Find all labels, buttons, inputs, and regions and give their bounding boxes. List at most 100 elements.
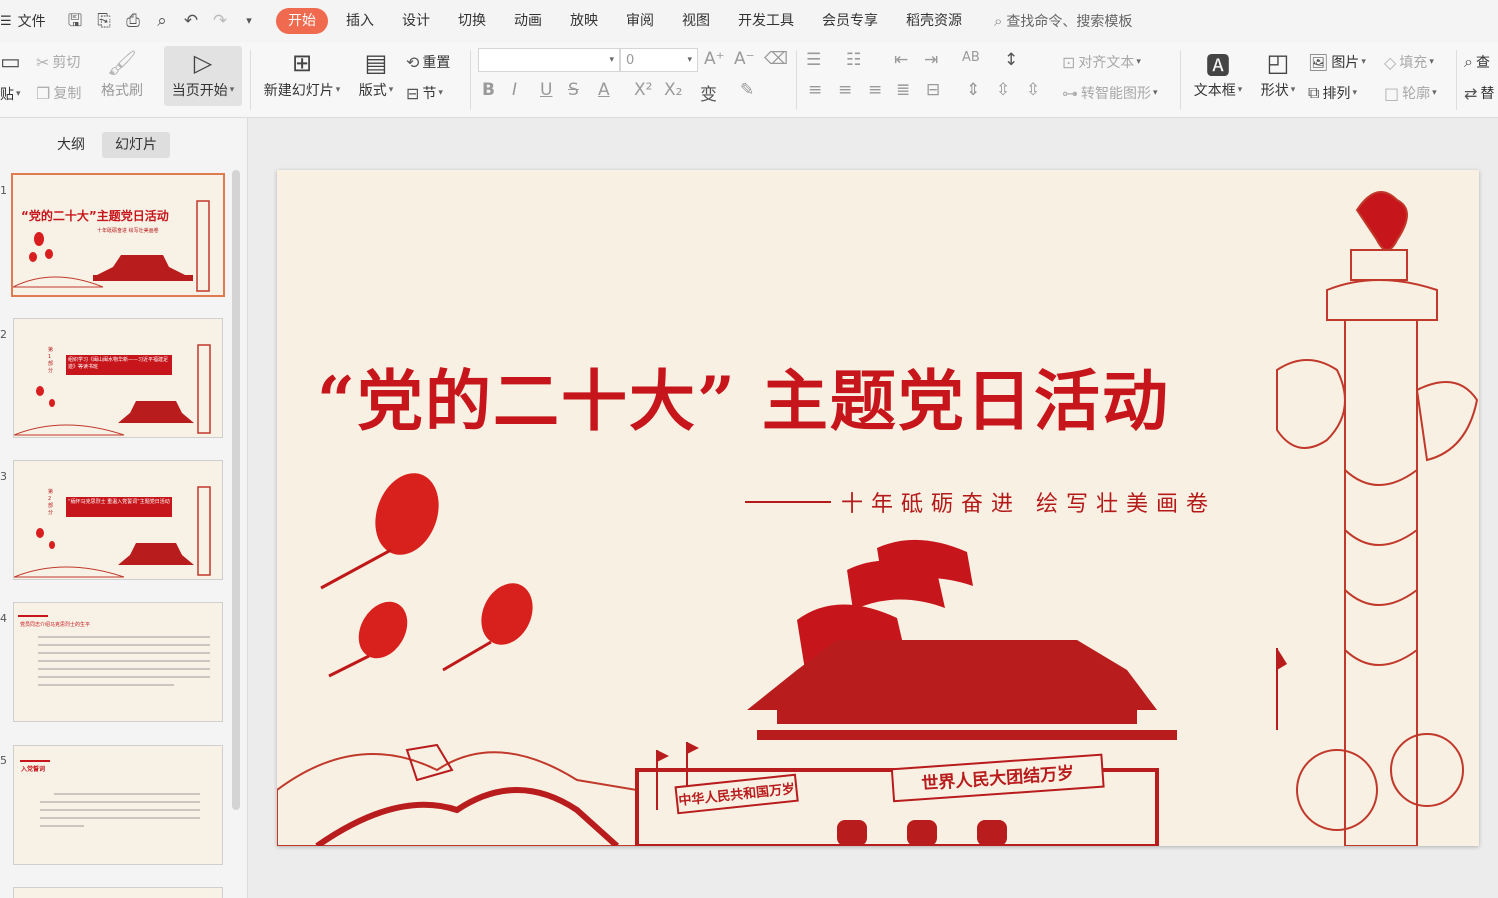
after-spacing-icon[interactable]: ⇳	[1026, 80, 1040, 100]
tab-developer[interactable]: 开发工具	[724, 8, 808, 34]
justify-icon[interactable]: ≣	[896, 80, 910, 100]
slide-thumbnail-6[interactable]	[13, 887, 223, 898]
find-button[interactable]: ⌕ 查	[1464, 52, 1490, 72]
reset-icon: ⟲	[406, 52, 420, 72]
line-spacing-icon[interactable]: ↕	[1004, 50, 1018, 70]
print-preview-icon[interactable]: ⌕	[153, 12, 171, 30]
quick-access-dropdown-icon[interactable]: ▾	[240, 12, 258, 30]
chevron-down-icon: ▾	[687, 55, 692, 65]
section-button[interactable]: ⊟ 节 ▾	[406, 83, 443, 103]
replace-button[interactable]: ⇄ 替	[1464, 83, 1494, 103]
ribbon-separator	[470, 50, 471, 110]
current-slide[interactable]: 中华人民共和国万岁 世界人民大团结万岁 “党的二十大” 主题党日活动 十年砥砺奋…	[277, 170, 1479, 846]
font-size-value: 0	[626, 52, 635, 68]
slide-thumbnail-1[interactable]: “党的二十大”主题党日活动 十年砥砺奋进 绘写壮美画卷	[11, 173, 225, 297]
layout-icon: ▤	[364, 49, 388, 77]
layout-button[interactable]: ▤ 版式 ▾	[354, 46, 398, 100]
play-from-current-button[interactable]: ▷ 当页开始 ▾	[164, 46, 242, 106]
save-icon[interactable]: 🖫	[66, 12, 84, 30]
bullet-list-icon[interactable]: ☰	[806, 50, 821, 70]
outline-button[interactable]: □ 轮廓 ▾	[1384, 83, 1437, 103]
command-search[interactable]: ⌕ 查找命令、搜索模板	[994, 11, 1132, 31]
shape-button[interactable]: ◰ 形状 ▾	[1254, 46, 1302, 100]
tab-insert[interactable]: 插入	[332, 8, 388, 34]
arrange-label: 排列	[1322, 86, 1351, 102]
thumb-illustration	[14, 486, 211, 578]
bold-icon[interactable]: B	[482, 80, 495, 100]
redo-icon[interactable]: ↷	[211, 12, 229, 30]
gate-banner: 中华人民共和国万岁	[674, 773, 799, 815]
tab-slideshow[interactable]: 放映	[556, 8, 612, 34]
section-icon: ⊟	[406, 83, 420, 103]
smart-art-label: 转智能图形	[1081, 86, 1151, 102]
numbered-list-icon[interactable]: ☷	[846, 50, 861, 70]
reset-button[interactable]: ⟲ 重置	[406, 52, 450, 72]
phonetic-icon[interactable]: 变	[700, 80, 717, 105]
picture-button[interactable]: 🖼 图片 ▾	[1308, 52, 1366, 72]
distribute-icon[interactable]: ⊟	[926, 80, 940, 100]
tab-outline[interactable]: 大纲	[44, 132, 98, 158]
paste-button[interactable]: 贴 ▾	[0, 84, 21, 104]
textbox-button[interactable]: 🅰 文本框 ▾	[1188, 46, 1248, 100]
smart-art-button[interactable]: ⊶ 转智能图形 ▾	[1062, 83, 1158, 103]
paste-icon[interactable]: ▭	[0, 50, 24, 75]
highlight-icon[interactable]: ✎	[740, 80, 754, 100]
fill-button[interactable]: ◇ 填充 ▾	[1384, 52, 1434, 72]
italic-icon[interactable]: I	[512, 80, 517, 100]
panel-scrollbar[interactable]	[232, 170, 240, 810]
file-menu[interactable]: ☰ 文件	[0, 11, 56, 31]
tab-member[interactable]: 会员专享	[808, 8, 892, 34]
picture-icon: 🖼	[1308, 52, 1329, 72]
align-text-icon: ⊡	[1062, 52, 1076, 72]
font-color-icon[interactable]: A	[598, 80, 610, 100]
align-right-icon[interactable]: ≡	[868, 80, 882, 100]
tab-design[interactable]: 设计	[388, 8, 444, 34]
slide-thumbnail-3[interactable]: 第2部分 “缅怀马克思烈士 重温入党誓词”主题党日活动	[13, 460, 223, 580]
increase-indent-icon[interactable]: ⇥	[924, 50, 938, 70]
tab-transition[interactable]: 切换	[444, 8, 500, 34]
align-center-icon[interactable]: ≡	[838, 80, 852, 100]
underline-icon[interactable]: U	[540, 80, 552, 100]
cut-button[interactable]: ✂ 剪切	[36, 52, 80, 72]
slide-subtitle[interactable]: 十年砥砺奋进 绘写壮美画卷	[745, 486, 1216, 518]
slide-number: 5	[0, 754, 7, 767]
subtitle-divider	[745, 501, 831, 503]
export-icon[interactable]: ⎘	[95, 12, 113, 30]
paragraph-spacing-icon[interactable]: ⇕	[966, 80, 980, 100]
align-left-icon[interactable]: ≡	[808, 80, 822, 100]
shape-label: 形状	[1260, 83, 1289, 99]
clear-format-icon[interactable]: ⌫	[764, 49, 788, 69]
slide-thumbnail-2[interactable]: 第1部分 组织学习《闽山闽水物华新——习近平福建足迹》等读书班	[13, 318, 223, 438]
before-spacing-icon[interactable]: ⇳	[996, 80, 1010, 100]
tab-animation[interactable]: 动画	[500, 8, 556, 34]
smart-art-icon: ⊶	[1062, 83, 1078, 103]
undo-icon[interactable]: ↶	[182, 12, 200, 30]
ribbon-tabs: 开始 插入 设计 切换 动画 放映 审阅 视图 开发工具 会员专享 稻壳资源	[276, 8, 976, 34]
new-slide-button[interactable]: ⊞ 新建幻灯片 ▾	[258, 46, 346, 100]
superscript-icon[interactable]: X²	[634, 80, 652, 100]
tab-home[interactable]: 开始	[276, 8, 328, 34]
ribbon-separator	[1456, 50, 1457, 110]
decrease-indent-icon[interactable]: ⇤	[894, 50, 908, 70]
subscript-icon[interactable]: X₂	[664, 80, 682, 100]
tab-docer[interactable]: 稻壳资源	[892, 8, 976, 34]
text-direction-icon[interactable]: AB	[962, 50, 980, 65]
tab-view[interactable]: 视图	[668, 8, 724, 34]
slide-title[interactable]: “党的二十大” 主题党日活动	[317, 348, 1170, 444]
increase-font-icon[interactable]: A⁺	[704, 49, 725, 69]
reset-label: 重置	[422, 55, 451, 71]
copy-button[interactable]: ❐ 复制	[36, 83, 81, 103]
slide-thumbnail-5[interactable]: 入党誓词	[13, 745, 223, 865]
format-painter-button[interactable]: 🖌 格式刷	[100, 46, 144, 100]
strikethrough-icon[interactable]: S	[568, 80, 579, 100]
tab-review[interactable]: 审阅	[612, 8, 668, 34]
slide-thumbnail-4[interactable]: 党员同志介绍马克思烈士的生平	[13, 602, 223, 722]
print-icon[interactable]: ⎙	[124, 12, 142, 30]
align-text-button[interactable]: ⊡ 对齐文本 ▾	[1062, 52, 1141, 72]
arrange-button[interactable]: ⧉ 排列 ▾	[1308, 83, 1357, 103]
tab-slides[interactable]: 幻灯片	[102, 132, 170, 158]
decrease-font-icon[interactable]: A⁻	[734, 49, 755, 69]
quick-access-toolbar: 🖫 ⎘ ⎙ ⌕ ↶ ↷ ▾	[66, 12, 258, 30]
font-size-select[interactable]: 0 ▾	[620, 48, 698, 72]
font-family-select[interactable]: ▾	[478, 48, 620, 72]
